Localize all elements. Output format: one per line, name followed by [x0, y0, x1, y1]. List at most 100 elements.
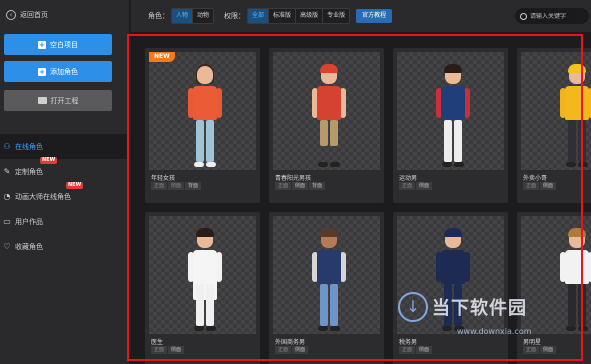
role-thumbnail — [521, 52, 591, 170]
view-tags: 正面 侧面 — [275, 346, 309, 354]
role-card[interactable]: 青春阳光男孩 正面 侧面 背面 — [269, 48, 384, 203]
sidebar: ‹ 返回首页 + 空白项目 + 添加角色 打开工程 ⚇ 在线角色 ✎ 定制角色 … — [0, 0, 130, 364]
view-tags: 正面 侧面 — [523, 182, 557, 190]
search-input[interactable] — [530, 12, 588, 20]
view-tag: 侧面 — [292, 182, 309, 190]
view-tags: 正面 侧面 — [151, 346, 185, 354]
permission-filter-label: 权限： — [224, 12, 246, 20]
view-tag: 侧面 — [416, 182, 433, 190]
sidebar-item-label: 收藏角色 — [15, 242, 43, 251]
add-role-label: 添加角色 — [50, 67, 78, 76]
watermark: ↓ 当下软件园 — [398, 292, 527, 322]
new-badge: NEW — [40, 157, 58, 164]
view-tag: 侧面 — [168, 182, 185, 190]
perm-pro[interactable]: 专业版 — [323, 9, 350, 23]
folder-icon — [37, 97, 47, 104]
view-tag: 侧面 — [540, 346, 557, 354]
view-tag: 背面 — [309, 182, 326, 190]
search-box[interactable] — [515, 8, 589, 24]
role-card[interactable]: 外卖小哥 正面 侧面 — [517, 48, 591, 203]
view-tag: 侧面 — [540, 182, 557, 190]
back-home-label: 返回首页 — [20, 11, 48, 19]
new-badge: NEW — [66, 182, 84, 189]
role-card[interactable]: NEW 年轻女孩 正面 侧面 背面 — [145, 48, 260, 203]
view-tags: 正面 侧面 — [523, 346, 557, 354]
back-home-link[interactable]: ‹ 返回首页 — [6, 10, 48, 20]
role-card[interactable]: 医生 正面 侧面 — [145, 212, 260, 364]
view-tags: 正面 侧面 — [399, 346, 433, 354]
perm-all[interactable]: 全部 — [248, 9, 270, 23]
perm-advanced[interactable]: 高级版 — [296, 9, 324, 23]
role-name: 年轻女孩 — [151, 175, 176, 182]
sidebar-item-label: 用户作品 — [15, 217, 43, 226]
sidebar-item-master-roles[interactable]: ◔ 动画大师在线角色 NEW — [0, 182, 130, 209]
new-project-button[interactable]: + 空白项目 — [4, 34, 112, 55]
view-tag: 正面 — [523, 346, 540, 354]
view-tag: 背面 — [185, 182, 202, 190]
person-icon: ⚇ — [3, 141, 11, 151]
sidebar-item-label: 在线角色 — [15, 142, 43, 151]
view-tag: 侧面 — [416, 346, 433, 354]
role-thumbnail — [273, 216, 380, 334]
role-type-animal[interactable]: 动物 — [193, 9, 214, 23]
role-name: 外卖小哥 — [523, 175, 548, 182]
view-tag: 正面 — [399, 346, 416, 354]
sidebar-item-favorites[interactable]: ♡ 收藏角色 — [0, 234, 130, 259]
role-name: 外国商务男 — [275, 339, 306, 346]
view-tags: 正面 侧面 背面 — [151, 182, 202, 190]
role-type-filter: 人物 动物 — [171, 8, 215, 24]
view-tag: 正面 — [275, 346, 292, 354]
sidebar-item-online-roles[interactable]: ⚇ 在线角色 — [0, 134, 130, 159]
watermark-text: 当下软件园 — [432, 298, 527, 319]
view-tag: 正面 — [151, 182, 168, 190]
role-card[interactable]: 外国商务男 正面 侧面 — [269, 212, 384, 364]
view-tag: 侧面 — [168, 346, 185, 354]
open-project-label: 打开工程 — [50, 96, 79, 105]
folder-icon: ▭ — [3, 216, 11, 226]
role-thumbnail — [521, 216, 591, 334]
heart-icon: ♡ — [3, 241, 11, 251]
role-figure-image — [559, 228, 591, 332]
new-ribbon: NEW — [149, 52, 175, 62]
role-type-human[interactable]: 人物 — [172, 9, 194, 23]
open-project-button[interactable]: 打开工程 — [4, 90, 112, 111]
role-card[interactable]: 男明星 正面 侧面 — [517, 212, 591, 364]
role-figure-image — [435, 64, 471, 168]
role-figure-image — [187, 64, 223, 168]
role-filter-label: 角色： — [148, 12, 169, 20]
role-card[interactable]: 税务男 正面 侧面 — [393, 212, 508, 364]
role-name: 青春阳光男孩 — [275, 175, 312, 182]
perm-standard[interactable]: 标准版 — [269, 9, 297, 23]
permission-filter: 全部 标准版 高级版 专业版 — [247, 8, 351, 24]
role-thumbnail — [397, 52, 504, 170]
search-icon — [520, 12, 527, 20]
role-name: 医生 — [151, 339, 164, 346]
view-tags: 正面 侧面 — [399, 182, 433, 190]
sidebar-item-label: 定制角色 — [15, 167, 43, 176]
role-name: 男明星 — [523, 339, 542, 346]
role-figure-image — [187, 228, 223, 332]
sidebar-item-custom-roles[interactable]: ✎ 定制角色 NEW — [0, 157, 130, 184]
role-card[interactable]: 运动男 正面 侧面 — [393, 48, 508, 203]
plus-icon: + — [38, 40, 46, 49]
role-name: 税务男 — [399, 339, 418, 346]
new-project-label: 空白项目 — [50, 40, 78, 49]
sidebar-item-label: 动画大师在线角色 — [15, 192, 71, 201]
app-window: ‹ 返回首页 + 空白项目 + 添加角色 打开工程 ⚇ 在线角色 ✎ 定制角色 … — [0, 0, 591, 364]
sidebar-item-user-works[interactable]: ▭ 用户作品 — [0, 209, 130, 234]
edit-icon: ✎ — [3, 166, 11, 176]
role-figure-image — [311, 64, 347, 168]
sidebar-nav: ⚇ 在线角色 ✎ 定制角色 NEW ◔ 动画大师在线角色 NEW ▭ 用户作品 … — [0, 134, 130, 259]
official-tutorial-button[interactable]: 官方教程 — [356, 9, 393, 23]
filter-toolbar: 角色： 人物 动物 权限： 全部 标准版 高级版 专业版 官方教程 — [131, 0, 591, 32]
add-role-button[interactable]: + 添加角色 — [4, 61, 112, 82]
view-tags: 正面 侧面 背面 — [275, 182, 326, 190]
role-thumbnail — [273, 52, 380, 170]
role-thumbnail — [149, 52, 256, 170]
view-tag: 正面 — [399, 182, 416, 190]
view-tag: 正面 — [151, 346, 168, 354]
role-name: 运动男 — [399, 175, 418, 182]
view-tag: 侧面 — [292, 346, 309, 354]
role-figure-image — [559, 64, 591, 168]
view-tag: 正面 — [275, 182, 292, 190]
